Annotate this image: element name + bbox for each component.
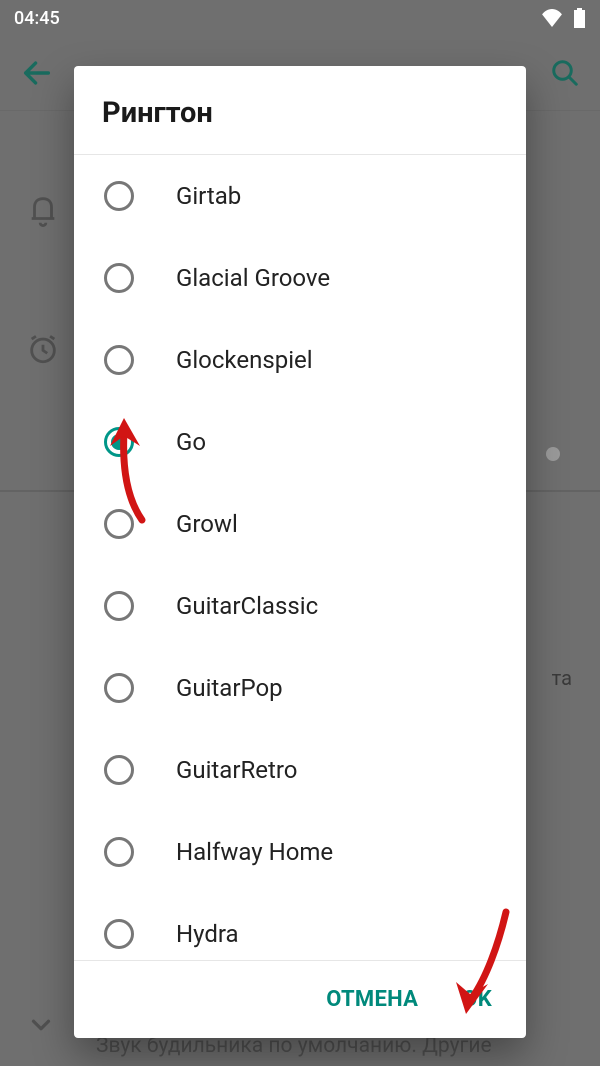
ringtone-item[interactable]: GuitarPop <box>74 647 526 729</box>
ringtone-item[interactable]: Glacial Groove <box>74 237 526 319</box>
radio-button[interactable] <box>104 509 134 539</box>
dialog-title: Рингтон <box>74 66 526 155</box>
bell-icon <box>26 193 60 231</box>
status-bar: 04:45 <box>0 0 600 36</box>
dialog-buttons: ОТМЕНА OK <box>74 960 526 1038</box>
radio-button[interactable] <box>104 591 134 621</box>
ringtone-label: Hydra <box>176 920 239 948</box>
ringtone-label: Go <box>176 428 206 456</box>
ringtone-item[interactable]: Girtab <box>74 155 526 237</box>
ringtone-label: Glockenspiel <box>176 346 313 374</box>
ringtone-label: Girtab <box>176 182 241 210</box>
ringtone-label: GuitarRetro <box>176 756 297 784</box>
status-time: 04:45 <box>14 8 60 29</box>
radio-button[interactable] <box>104 837 134 867</box>
ringtone-item[interactable]: GuitarClassic <box>74 565 526 647</box>
radio-button[interactable] <box>104 673 134 703</box>
ringtone-item[interactable]: Halfway Home <box>74 811 526 893</box>
ringtone-dialog: Рингтон Girtab Glacial Groove Glockenspiel… <box>74 66 526 1038</box>
ringtone-label: Growl <box>176 510 238 538</box>
search-icon[interactable] <box>550 58 580 88</box>
bg-partial-text: та <box>552 666 572 690</box>
battery-icon <box>573 8 586 28</box>
radio-button[interactable] <box>104 919 134 949</box>
radio-button[interactable] <box>104 755 134 785</box>
bg-toggle-indicator <box>546 447 560 461</box>
radio-button[interactable] <box>104 263 134 293</box>
back-arrow-icon[interactable] <box>20 56 54 90</box>
ringtone-item[interactable]: Go <box>74 401 526 483</box>
radio-button[interactable] <box>104 427 134 457</box>
chevron-down-icon[interactable] <box>26 1010 56 1044</box>
ringtone-label: Halfway Home <box>176 838 333 866</box>
ringtone-list[interactable]: Girtab Glacial Groove Glockenspiel Go Growl G… <box>74 155 526 960</box>
cancel-button[interactable]: ОТМЕНА <box>326 987 418 1012</box>
ringtone-item[interactable]: Growl <box>74 483 526 565</box>
radio-button[interactable] <box>104 181 134 211</box>
ringtone-label: GuitarClassic <box>176 592 318 620</box>
ringtone-label: GuitarPop <box>176 674 283 702</box>
status-icons <box>541 8 586 28</box>
wifi-icon <box>541 9 563 27</box>
ok-button[interactable]: OK <box>462 987 492 1012</box>
ringtone-label: Glacial Groove <box>176 264 330 292</box>
ringtone-item[interactable]: Hydra <box>74 893 526 960</box>
alarm-clock-icon <box>26 332 60 370</box>
ringtone-item[interactable]: GuitarRetro <box>74 729 526 811</box>
radio-button[interactable] <box>104 345 134 375</box>
ringtone-item[interactable]: Glockenspiel <box>74 319 526 401</box>
